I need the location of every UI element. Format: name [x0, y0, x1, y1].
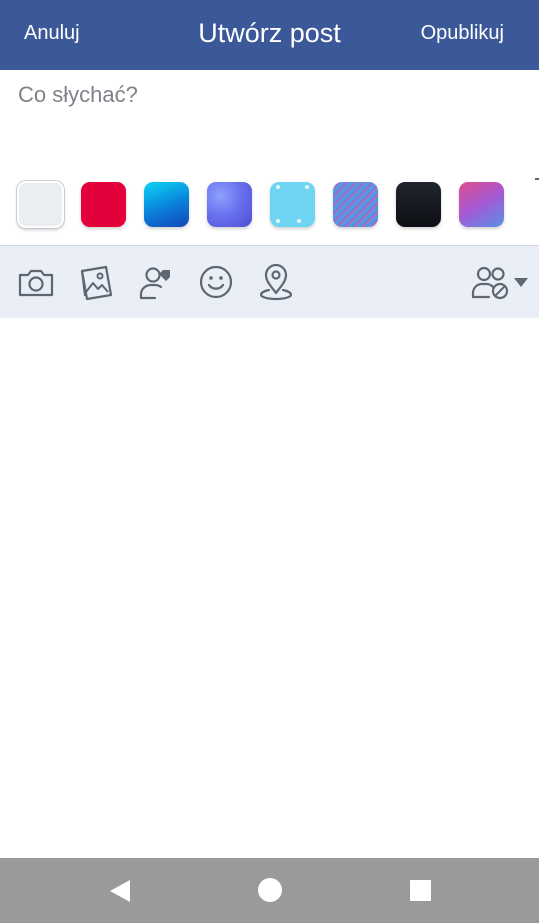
background-swatch-light-blue-sparkle[interactable] [270, 182, 315, 227]
background-swatch-pink-purple-gradient[interactable] [459, 182, 504, 227]
background-swatch-black[interactable] [396, 182, 441, 227]
sparkle-decoration [276, 219, 280, 223]
back-icon[interactable] [108, 879, 132, 903]
recent-apps-icon[interactable] [410, 880, 431, 901]
audience-selector[interactable] [470, 262, 532, 302]
post-options-toolbar [0, 246, 539, 318]
post-text-input[interactable] [18, 82, 518, 162]
camera-icon [18, 269, 54, 297]
location-button[interactable] [256, 262, 296, 302]
background-swatch-plain[interactable] [17, 181, 64, 228]
feeling-icon [199, 265, 233, 299]
background-picker [0, 178, 539, 236]
photo-button[interactable] [76, 262, 116, 302]
friends-audience-icon [471, 266, 509, 300]
cancel-button[interactable]: Anuluj [24, 0, 80, 70]
create-post-screen: Anuluj Utwórz post Opublikuj [0, 0, 539, 923]
chevron-down-icon [514, 278, 528, 287]
home-icon[interactable] [258, 878, 282, 902]
publish-button[interactable]: Opublikuj [421, 0, 504, 70]
tag-people-button[interactable] [136, 262, 176, 302]
background-swatch-striped[interactable] [333, 182, 378, 227]
sparkle-decoration [276, 185, 280, 189]
android-nav-bar [0, 858, 539, 923]
sparkle-decoration [297, 219, 301, 223]
tag-people-icon [139, 267, 170, 300]
header-bar: Anuluj Utwórz post Opublikuj [0, 0, 539, 70]
background-swatch-purple-pattern[interactable] [207, 182, 252, 227]
background-swatch-blue-gradient[interactable] [144, 182, 189, 227]
post-composer [0, 70, 539, 170]
background-swatch-red[interactable] [81, 182, 126, 227]
location-icon [259, 263, 293, 301]
more-backgrounds-hint [535, 178, 539, 180]
camera-button[interactable] [16, 262, 56, 302]
photo-icon [80, 265, 113, 301]
feeling-button[interactable] [196, 262, 236, 302]
sparkle-decoration [305, 185, 309, 189]
